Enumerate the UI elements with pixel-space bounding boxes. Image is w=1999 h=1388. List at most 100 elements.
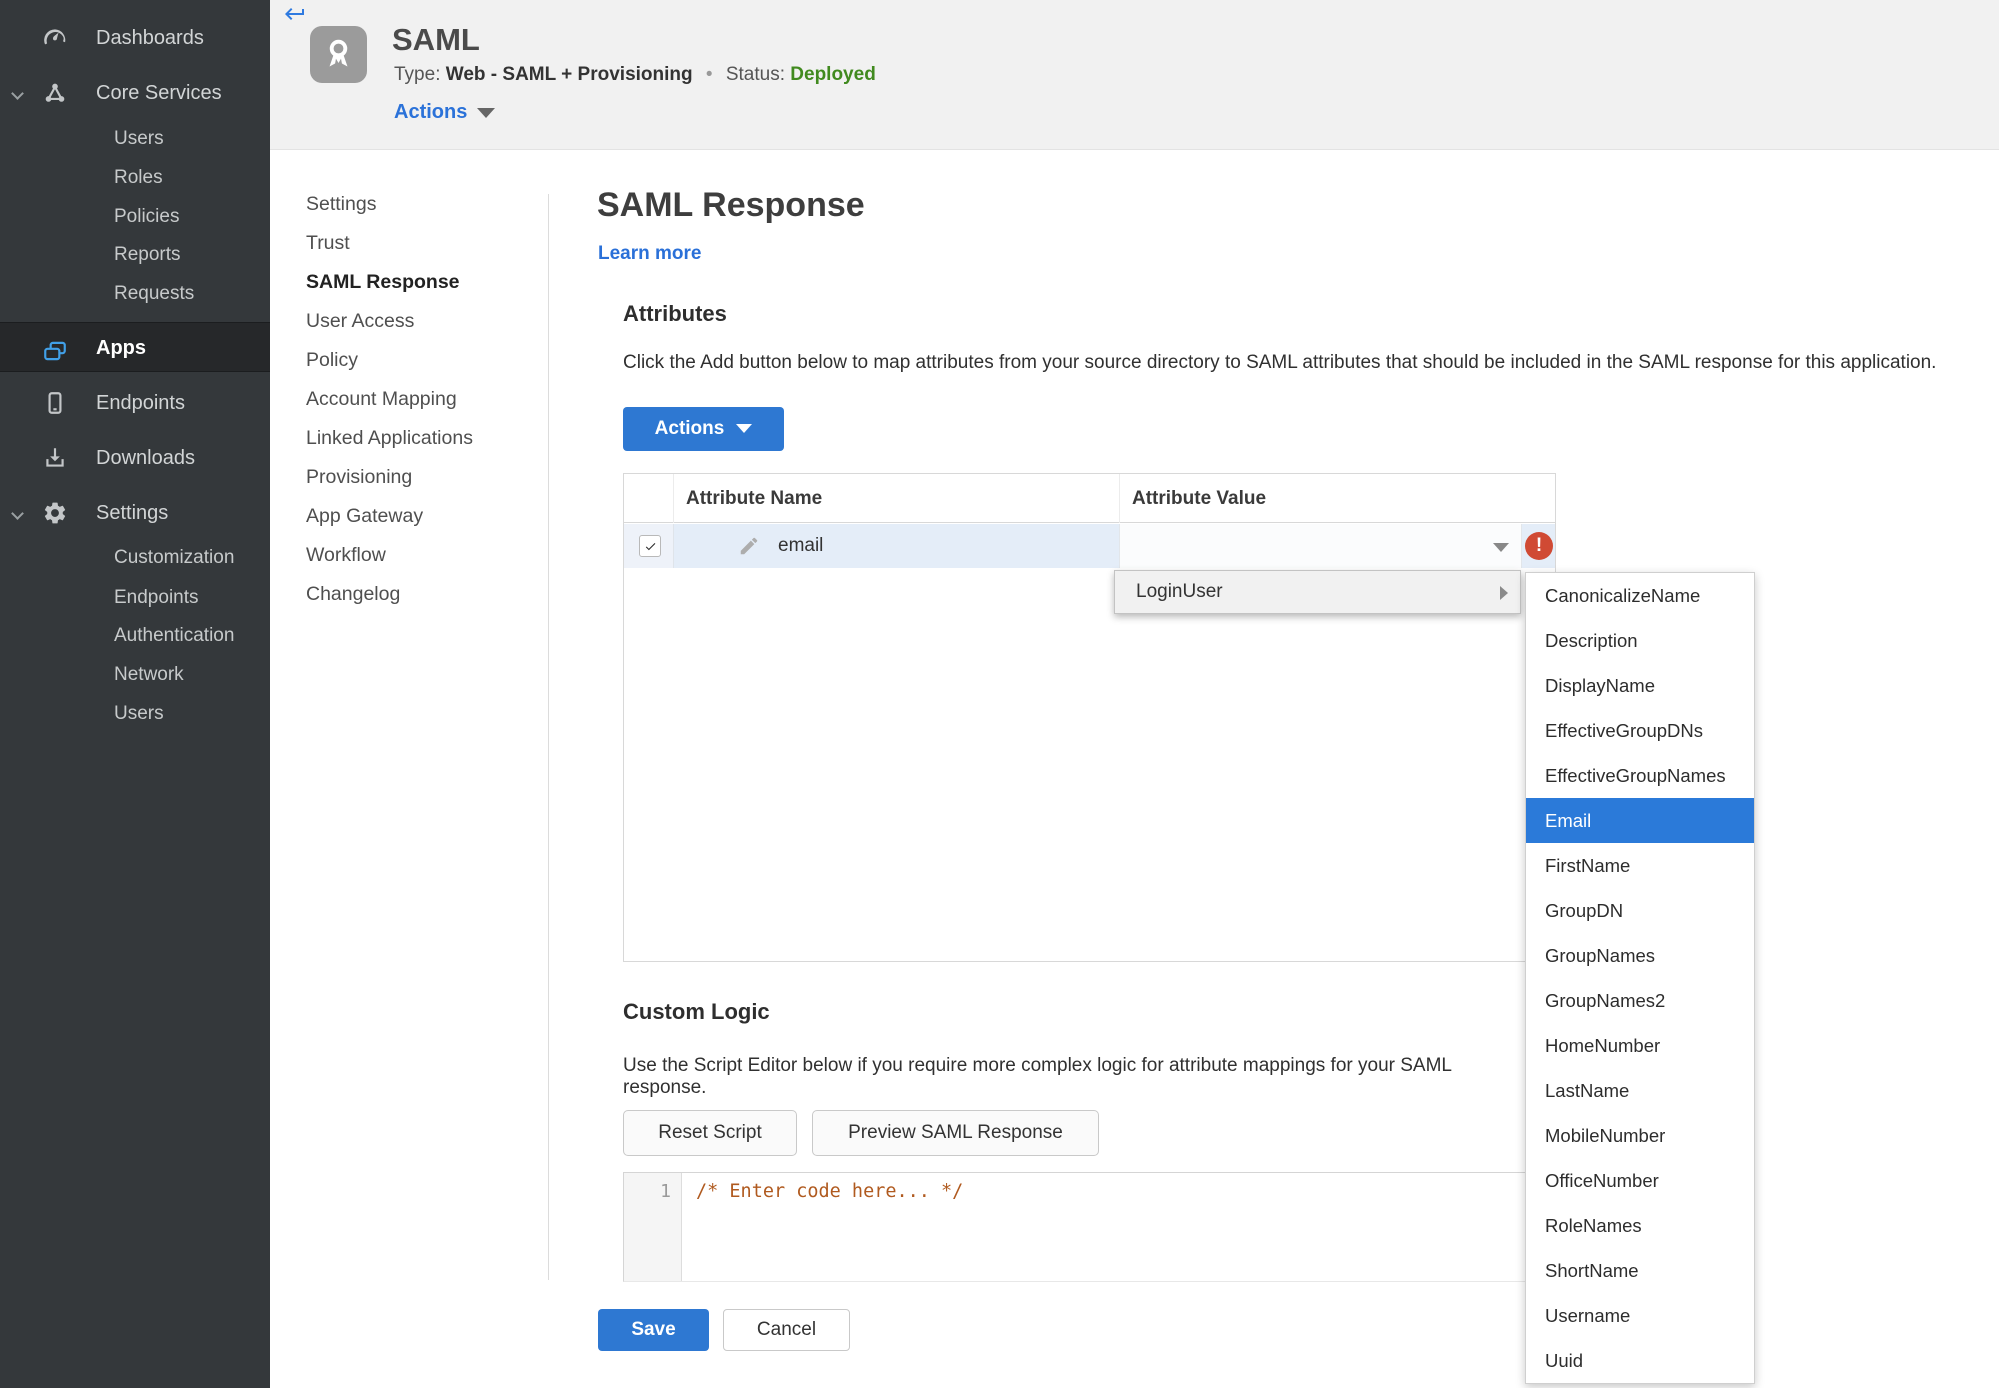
sidebar-item-users[interactable]: Users: [114, 119, 164, 159]
editor-line-number-gutter: 1: [624, 1173, 682, 1281]
smartphone-icon: [42, 390, 68, 416]
apps-icon: [42, 335, 68, 361]
submenu-item[interactable]: DisplayName: [1526, 663, 1754, 708]
sidebar-item-apps-active[interactable]: Apps: [0, 322, 270, 372]
checkbox-cell: [624, 524, 673, 568]
submenu-item[interactable]: RoleNames: [1526, 1203, 1754, 1248]
submenu-item[interactable]: EffectiveGroupDNs: [1526, 708, 1754, 753]
submenu-item[interactable]: GroupDN: [1526, 888, 1754, 933]
header-actions-label: Actions: [394, 101, 468, 123]
table-row[interactable]: email !: [624, 524, 1555, 568]
chevron-down-icon[interactable]: [11, 87, 24, 100]
submenu-item[interactable]: OfficeNumber: [1526, 1158, 1754, 1203]
chevron-down-icon: [477, 107, 496, 118]
section-title: SAML Response: [597, 186, 865, 224]
tab-linked-applications[interactable]: Linked Applications: [306, 419, 473, 458]
sidebar: Dashboards Core Services Users Roles Pol…: [0, 0, 270, 1388]
reset-script-button[interactable]: Reset Script: [623, 1110, 797, 1156]
header-actions-menu[interactable]: Actions: [394, 101, 496, 124]
checkmark-icon: [645, 543, 656, 551]
sidebar-label: Settings: [96, 502, 169, 524]
submenu-item[interactable]: FirstName: [1526, 843, 1754, 888]
type-label: Type:: [394, 64, 441, 85]
sidebar-label: Dashboards: [96, 27, 204, 49]
submenu-item[interactable]: HomeNumber: [1526, 1023, 1754, 1068]
chevron-down-icon: [736, 424, 753, 434]
page-title: SAML: [392, 22, 480, 57]
sidebar-item-network[interactable]: Network: [114, 655, 184, 695]
submenu-item[interactable]: MobileNumber: [1526, 1113, 1754, 1158]
submenu-item[interactable]: ShortName: [1526, 1248, 1754, 1293]
chevron-down-icon[interactable]: [11, 507, 24, 520]
sidebar-item-requests[interactable]: Requests: [114, 274, 194, 314]
sidebar-label: Apps: [96, 337, 146, 359]
tab-user-access[interactable]: User Access: [306, 302, 414, 341]
meta-separator: •: [705, 64, 713, 85]
gear-icon: [42, 500, 68, 526]
tab-policy[interactable]: Policy: [306, 341, 358, 380]
attribute-value-dropdown[interactable]: [1119, 524, 1521, 568]
sidebar-label: Downloads: [96, 447, 195, 469]
submenu-item[interactable]: Username: [1526, 1293, 1754, 1338]
caret-right-icon: [1500, 586, 1508, 600]
submenu-item[interactable]: LastName: [1526, 1068, 1754, 1113]
custom-logic-heading: Custom Logic: [623, 999, 770, 1024]
submenu-item[interactable]: Description: [1526, 618, 1754, 663]
submenu-item[interactable]: Uuid: [1526, 1338, 1754, 1383]
sidebar-item-endpoints[interactable]: Endpoints: [0, 383, 270, 423]
app-icon-badge: [310, 26, 367, 83]
sidebar-item-roles[interactable]: Roles: [114, 158, 163, 198]
tab-account-mapping[interactable]: Account Mapping: [306, 380, 457, 419]
tab-saml-response[interactable]: SAML Response: [306, 263, 460, 302]
loginuser-submenu: CanonicalizeName Description DisplayName…: [1525, 572, 1755, 1384]
attributes-heading: Attributes: [623, 301, 727, 326]
subnav-divider: [548, 194, 549, 1280]
download-icon: [42, 445, 68, 471]
submenu-item[interactable]: EffectiveGroupNames: [1526, 753, 1754, 798]
attributes-description: Click the Add button below to map attrib…: [623, 352, 1937, 373]
preview-saml-response-button[interactable]: Preview SAML Response: [812, 1110, 1099, 1156]
sidebar-item-core-services[interactable]: Core Services: [0, 73, 270, 113]
editor-code-line[interactable]: /* Enter code here... */: [696, 1181, 963, 1202]
submenu-item[interactable]: CanonicalizeName: [1526, 573, 1754, 618]
edit-pencil-icon[interactable]: [738, 535, 760, 557]
cancel-button[interactable]: Cancel: [723, 1309, 850, 1351]
learn-more-link[interactable]: Learn more: [598, 243, 701, 265]
sidebar-item-dashboards[interactable]: Dashboards: [0, 18, 270, 58]
tab-settings[interactable]: Settings: [306, 185, 376, 224]
back-arrow-icon[interactable]: [281, 2, 309, 26]
status-badge: Deployed: [790, 64, 876, 85]
submenu-item[interactable]: GroupNames2: [1526, 978, 1754, 1023]
attribute-name-value: email: [778, 535, 824, 556]
tab-changelog[interactable]: Changelog: [306, 575, 400, 614]
sidebar-item-policies[interactable]: Policies: [114, 197, 179, 237]
attribute-name-cell: email: [673, 524, 1119, 568]
submenu-item-selected[interactable]: Email: [1526, 798, 1754, 843]
node-triangle-icon: [42, 80, 68, 106]
attributes-actions-label: Actions: [654, 418, 725, 439]
table-header-row: Attribute Name Attribute Value: [624, 474, 1555, 523]
submenu-item[interactable]: GroupNames: [1526, 933, 1754, 978]
tab-app-gateway[interactable]: App Gateway: [306, 497, 423, 536]
custom-logic-description: Use the Script Editor below if you requi…: [623, 1055, 1452, 1098]
sidebar-item-settings-users[interactable]: Users: [114, 694, 164, 734]
save-button[interactable]: Save: [598, 1309, 709, 1351]
tab-provisioning[interactable]: Provisioning: [306, 458, 412, 497]
menu-item-loginuser[interactable]: LoginUser: [1136, 571, 1223, 613]
sidebar-label: Core Services: [96, 82, 222, 104]
attribute-value-menu[interactable]: LoginUser: [1114, 570, 1521, 614]
script-editor[interactable]: 1 /* Enter code here... */: [623, 1172, 1556, 1282]
sidebar-item-reports[interactable]: Reports: [114, 235, 181, 275]
tab-trust[interactable]: Trust: [306, 224, 350, 263]
sidebar-item-authentication[interactable]: Authentication: [114, 616, 234, 656]
sidebar-item-settings-endpoints[interactable]: Endpoints: [114, 578, 199, 618]
app-meta: Type: Web - SAML + Provisioning • Status…: [394, 64, 876, 86]
sidebar-item-settings[interactable]: Settings: [0, 493, 270, 533]
attributes-actions-button[interactable]: Actions: [623, 407, 784, 451]
sidebar-item-customization[interactable]: Customization: [114, 538, 234, 578]
attributes-table: Attribute Name Attribute Value email !: [623, 473, 1556, 962]
row-checkbox[interactable]: [639, 535, 661, 557]
tab-workflow[interactable]: Workflow: [306, 536, 386, 575]
gauge-icon: [42, 25, 68, 51]
sidebar-item-downloads[interactable]: Downloads: [0, 438, 270, 478]
